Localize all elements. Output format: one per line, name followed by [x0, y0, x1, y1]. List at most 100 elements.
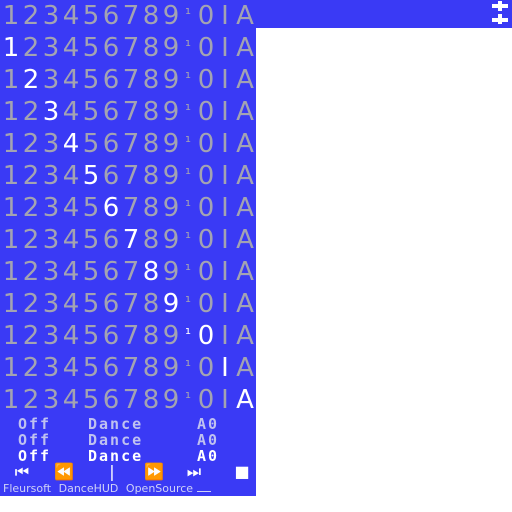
slot-cell[interactable]: 8	[140, 288, 162, 320]
slot-row[interactable]: 123456789¹0IA	[0, 288, 256, 320]
slot-cell[interactable]: 7	[120, 64, 142, 96]
slot-cell[interactable]: 6	[100, 352, 122, 384]
slot-cell[interactable]: 7	[120, 384, 142, 416]
slot-cell[interactable]: ¹	[181, 158, 195, 190]
slot-cell[interactable]: 1	[0, 160, 22, 192]
slot-cell[interactable]: ¹	[181, 350, 195, 382]
slot-cell[interactable]: 2	[20, 288, 42, 320]
slot-row[interactable]: 123456789¹0IA	[0, 384, 256, 416]
slot-cell[interactable]: 7	[120, 96, 142, 128]
slot-cell[interactable]: 5	[80, 128, 102, 160]
slot-cell[interactable]: 4	[60, 224, 82, 256]
slot-cell[interactable]: 6	[100, 0, 122, 32]
slot-cell[interactable]: 1	[0, 352, 22, 384]
slot-cell[interactable]: 3	[40, 160, 62, 192]
slot-cell[interactable]: 4	[60, 384, 82, 416]
slot-cell[interactable]: 3	[40, 320, 62, 352]
slot-cell[interactable]: 3	[40, 0, 62, 32]
slot-cell[interactable]: A	[233, 352, 257, 384]
slot-cell[interactable]: 3	[40, 32, 62, 64]
slot-cell[interactable]: 2	[20, 0, 42, 32]
slot-cell[interactable]: 8	[140, 96, 162, 128]
slot-cell[interactable]: I	[215, 0, 235, 32]
slot-row[interactable]: 123456789¹0IA	[0, 64, 256, 96]
slot-cell[interactable]: 8	[140, 160, 162, 192]
slot-cell[interactable]: 7	[120, 160, 142, 192]
slot-cell[interactable]: 1	[0, 0, 22, 32]
slot-cell[interactable]: 9	[160, 0, 182, 32]
slot-cell[interactable]: A	[233, 0, 257, 32]
slot-cell[interactable]: I	[215, 128, 235, 160]
slot-cell[interactable]: 5	[80, 384, 102, 416]
slot-cell[interactable]: 4	[60, 0, 82, 32]
slot-cell[interactable]: I	[215, 64, 235, 96]
slot-cell[interactable]: ¹	[181, 94, 195, 126]
slot-cell[interactable]: ¹	[181, 286, 195, 318]
slot-cell[interactable]: A	[233, 32, 257, 64]
slot-cell[interactable]: I	[215, 384, 235, 416]
slot-row[interactable]: 123456789¹0IA	[0, 32, 256, 64]
slot-cell[interactable]: 1	[0, 288, 22, 320]
slot-cell[interactable]: 3	[40, 256, 62, 288]
slot-cell[interactable]: 8	[140, 0, 162, 32]
slot-cell[interactable]: ¹	[181, 126, 195, 158]
slot-cell[interactable]: 2	[20, 128, 42, 160]
slot-cell[interactable]: 2	[20, 96, 42, 128]
slot-cell[interactable]: ¹	[181, 254, 195, 286]
slot-row[interactable]: 123456789¹0IA	[0, 352, 256, 384]
slot-cell[interactable]: 2	[20, 64, 42, 96]
slot-cell[interactable]: 3	[40, 224, 62, 256]
slot-cell[interactable]: 9	[160, 192, 182, 224]
slot-cell[interactable]: 8	[140, 320, 162, 352]
slot-cell[interactable]: 4	[60, 288, 82, 320]
slot-cell[interactable]: 0	[197, 352, 215, 384]
slot-cell[interactable]: 8	[140, 64, 162, 96]
slot-row[interactable]: 123456789¹0IA	[0, 128, 256, 160]
pause-icon[interactable]: |	[98, 462, 126, 482]
slot-cell[interactable]: I	[215, 224, 235, 256]
slot-cell[interactable]: 0	[197, 0, 215, 32]
slot-cell[interactable]: 6	[100, 96, 122, 128]
slot-cell[interactable]: 4	[60, 32, 82, 64]
slot-cell[interactable]: 0	[197, 32, 215, 64]
slot-cell[interactable]: 0	[197, 288, 215, 320]
slot-cell[interactable]: 9	[160, 256, 182, 288]
skip-to-start-icon[interactable]: ⏮	[8, 462, 36, 482]
slot-cell[interactable]: A	[233, 256, 257, 288]
slot-cell[interactable]: 2	[20, 384, 42, 416]
slot-cell[interactable]: 1	[0, 96, 22, 128]
slot-row[interactable]: 123456789¹0IA	[0, 320, 256, 352]
slot-cell[interactable]: 4	[60, 96, 82, 128]
slot-cell[interactable]: A	[233, 128, 257, 160]
slot-cell[interactable]: 2	[20, 320, 42, 352]
slot-cell[interactable]: 4	[60, 160, 82, 192]
slot-cell[interactable]: 5	[80, 256, 102, 288]
slot-cell[interactable]: I	[215, 288, 235, 320]
slot-cell[interactable]: 8	[140, 384, 162, 416]
slot-cell[interactable]: 0	[197, 320, 215, 352]
fast-forward-icon[interactable]: ⏩	[140, 462, 168, 482]
slot-cell[interactable]: 2	[20, 32, 42, 64]
slot-cell[interactable]: 5	[80, 224, 102, 256]
slot-cell[interactable]: ¹	[181, 0, 195, 30]
slot-cell[interactable]: 7	[120, 192, 142, 224]
slot-cell[interactable]: 9	[160, 160, 182, 192]
slot-row[interactable]: 123456789¹0IA	[0, 160, 256, 192]
slot-cell[interactable]: 6	[100, 384, 122, 416]
slot-cell[interactable]: 6	[100, 224, 122, 256]
slot-cell[interactable]: I	[215, 320, 235, 352]
slot-cell[interactable]: I	[215, 192, 235, 224]
slot-cell[interactable]: 1	[0, 128, 22, 160]
slot-cell[interactable]: 3	[40, 192, 62, 224]
slot-cell[interactable]: I	[215, 96, 235, 128]
slot-cell[interactable]: A	[233, 192, 257, 224]
slot-cell[interactable]: 7	[120, 256, 142, 288]
slot-cell[interactable]: A	[233, 224, 257, 256]
slot-cell[interactable]: 4	[60, 192, 82, 224]
slot-cell[interactable]: 3	[40, 96, 62, 128]
slot-cell[interactable]: 1	[0, 32, 22, 64]
slot-cell[interactable]: 1	[0, 256, 22, 288]
slot-row[interactable]: 123456789¹0IA	[0, 224, 256, 256]
slot-cell[interactable]: 9	[160, 96, 182, 128]
rewind-icon[interactable]: ⏪	[50, 462, 78, 482]
